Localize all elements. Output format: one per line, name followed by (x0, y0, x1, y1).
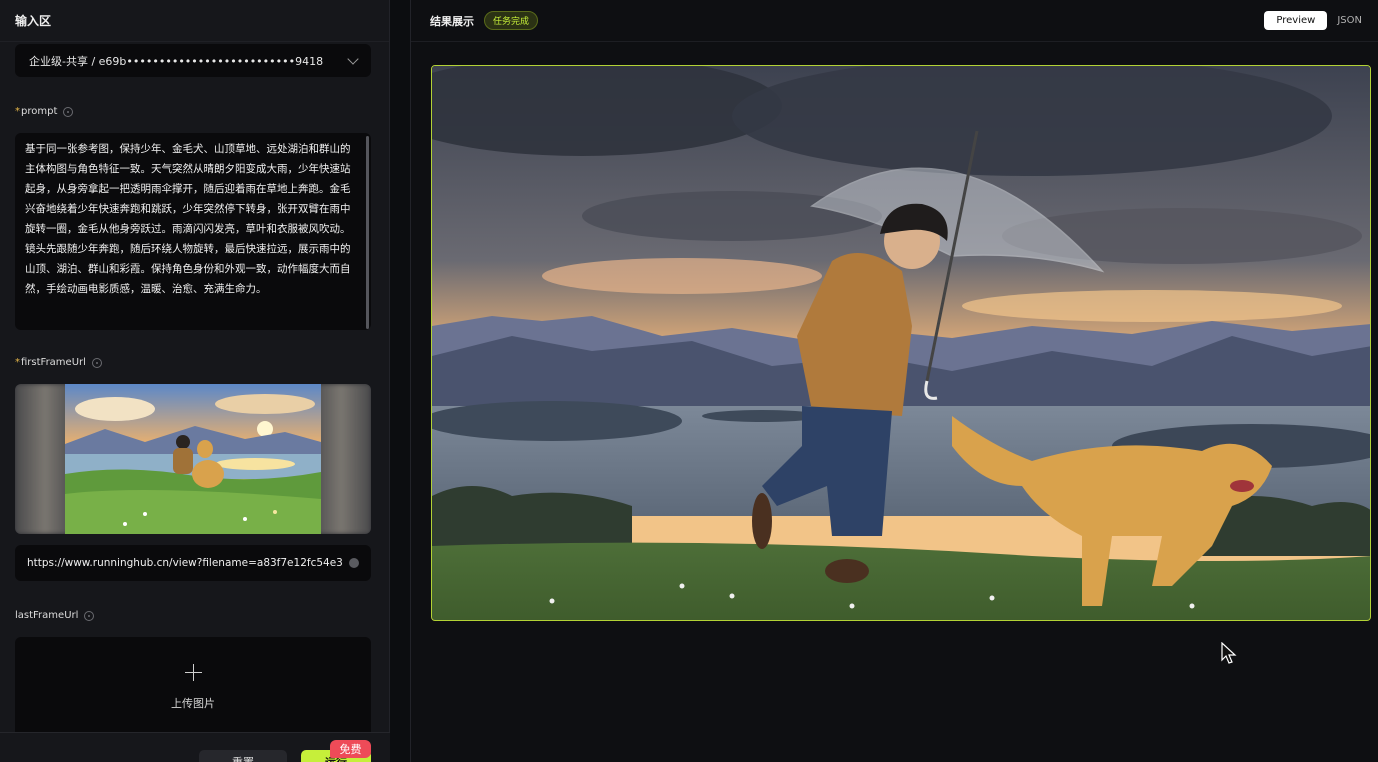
prompt-label: * prompt (15, 106, 74, 117)
preview-image (432, 66, 1370, 620)
info-icon[interactable] (91, 357, 102, 368)
video-preview[interactable] (431, 65, 1371, 621)
first-frame-url-value: https://www.runninghub.cn/view?filename=… (27, 557, 343, 569)
result-title: 结果展示 (430, 14, 474, 28)
first-frame-thumbnail (65, 384, 321, 534)
app-window: 输入区 企业级-共享 / e69b•••••••••••••••••••••••… (0, 0, 1378, 762)
prompt-label-text: prompt (21, 106, 58, 117)
free-badge: 免费 (330, 740, 371, 758)
info-icon[interactable] (63, 106, 74, 117)
info-icon[interactable] (84, 610, 95, 621)
prompt-textarea[interactable]: 基于同一张参考图，保持少年、金毛犬、山顶草地、远处湖泊和群山的主体构图与角色特征… (15, 133, 371, 330)
required-mark: * (15, 106, 20, 117)
tab-preview[interactable]: Preview (1264, 11, 1328, 30)
clear-icon[interactable] (349, 558, 359, 568)
first-frame-url-input[interactable]: https://www.runninghub.cn/view?filename=… (15, 545, 371, 581)
result-panel: 结果展示 任务完成 Preview JSON (410, 0, 1378, 762)
last-frame-upload[interactable]: 上传图片 (15, 637, 371, 737)
input-panel-title: 输入区 (0, 0, 389, 42)
status-badge: 任务完成 (484, 11, 539, 30)
required-mark: * (15, 357, 20, 368)
last-frame-label-text: lastFrameUrl (15, 610, 79, 621)
reset-button[interactable]: 重置 (199, 750, 287, 762)
plus-icon (184, 663, 202, 681)
chevron-down-icon (347, 52, 359, 65)
api-key-select[interactable]: 企业级-共享 / e69b••••••••••••••••••••••••••9… (15, 44, 371, 77)
first-frame-label: * firstFrameUrl (15, 357, 102, 368)
input-panel: 输入区 企业级-共享 / e69b•••••••••••••••••••••••… (0, 0, 390, 762)
first-frame-image[interactable] (15, 384, 371, 534)
api-key-select-value: 企业级-共享 / e69b••••••••••••••••••••••••••9… (29, 54, 324, 68)
mouse-cursor-icon (1221, 642, 1237, 664)
view-tabs: Preview JSON (1264, 11, 1368, 30)
prompt-scrollbar[interactable] (366, 136, 369, 329)
first-frame-label-text: firstFrameUrl (21, 357, 86, 368)
upload-text: 上传图片 (171, 696, 215, 710)
last-frame-label: lastFrameUrl (15, 610, 95, 621)
tab-json[interactable]: JSON (1331, 11, 1368, 30)
result-header: 结果展示 任务完成 (411, 0, 1378, 42)
